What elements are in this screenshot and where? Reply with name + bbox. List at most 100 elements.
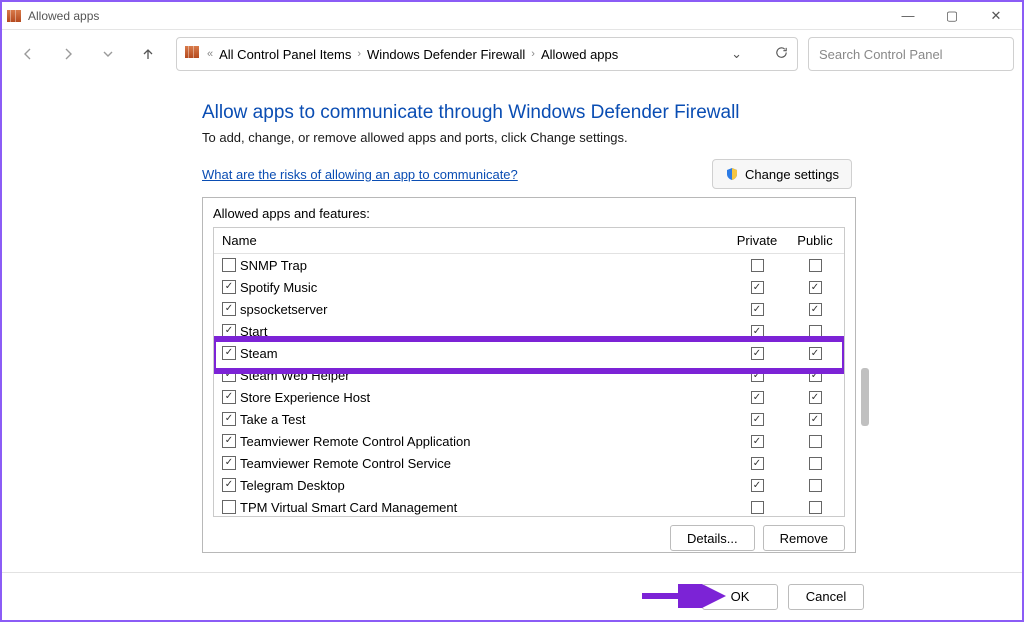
recent-dropdown[interactable] <box>90 36 126 72</box>
private-checkbox[interactable] <box>751 479 764 492</box>
public-checkbox[interactable] <box>809 259 822 272</box>
app-name: Teamviewer Remote Control Application <box>240 434 728 449</box>
row-checkbox[interactable] <box>222 346 236 360</box>
row-checkbox[interactable] <box>222 368 236 382</box>
private-checkbox[interactable] <box>751 391 764 404</box>
app-name: spsocketserver <box>240 302 728 317</box>
public-checkbox[interactable] <box>809 435 822 448</box>
remove-label: Remove <box>780 531 828 546</box>
breadcrumb-item[interactable]: Windows Defender Firewall <box>367 47 525 62</box>
row-checkbox[interactable] <box>222 280 236 294</box>
table-row[interactable]: Steam <box>214 342 844 364</box>
shield-icon <box>725 167 739 181</box>
chevron-down-icon[interactable]: ⌄ <box>731 46 742 62</box>
private-checkbox[interactable] <box>751 501 764 514</box>
app-name: Spotify Music <box>240 280 728 295</box>
private-checkbox[interactable] <box>751 259 764 272</box>
apps-list[interactable]: Name Private Public SNMP Trap Spotify Mus… <box>213 227 845 517</box>
public-checkbox[interactable] <box>809 347 822 360</box>
app-name: Take a Test <box>240 412 728 427</box>
app-name: Steam <box>240 346 728 361</box>
back-button[interactable] <box>10 36 46 72</box>
titlebar: Allowed apps — ▢ ✕ <box>2 2 1022 30</box>
col-public[interactable]: Public <box>786 233 844 248</box>
row-checkbox[interactable] <box>222 324 236 338</box>
chevron-right-icon: › <box>357 48 361 60</box>
change-settings-label: Change settings <box>745 167 839 182</box>
public-checkbox[interactable] <box>809 413 822 426</box>
table-row[interactable]: Steam Web Helper <box>214 364 844 386</box>
table-row[interactable]: Take a Test <box>214 408 844 430</box>
public-checkbox[interactable] <box>809 391 822 404</box>
window-title: Allowed apps <box>28 9 99 23</box>
allowed-apps-group: Allowed apps and features: Name Private … <box>202 197 856 553</box>
refresh-icon[interactable] <box>774 45 789 63</box>
details-button[interactable]: Details... <box>670 525 755 551</box>
list-header: Name Private Public <box>214 228 844 254</box>
change-settings-button[interactable]: Change settings <box>712 159 852 189</box>
row-checkbox[interactable] <box>222 434 236 448</box>
search-placeholder: Search Control Panel <box>819 47 943 62</box>
col-name[interactable]: Name <box>214 233 728 248</box>
firewall-icon <box>6 8 22 24</box>
breadcrumb-item[interactable]: All Control Panel Items <box>219 47 351 62</box>
ok-button[interactable]: OK <box>702 584 778 610</box>
table-row[interactable]: spsocketserver <box>214 298 844 320</box>
breadcrumb[interactable]: « All Control Panel Items › Windows Defe… <box>176 37 798 71</box>
private-checkbox[interactable] <box>751 303 764 316</box>
table-row[interactable]: TPM Virtual Smart Card Management <box>214 496 844 517</box>
ok-label: OK <box>731 589 750 604</box>
list-label: Allowed apps and features: <box>213 206 845 221</box>
private-checkbox[interactable] <box>751 435 764 448</box>
private-checkbox[interactable] <box>751 369 764 382</box>
public-checkbox[interactable] <box>809 281 822 294</box>
row-checkbox[interactable] <box>222 478 236 492</box>
table-row[interactable]: Spotify Music <box>214 276 844 298</box>
maximize-button[interactable]: ▢ <box>930 3 974 29</box>
chevron-left-icon: « <box>207 48 213 60</box>
table-row[interactable]: Teamviewer Remote Control Service <box>214 452 844 474</box>
row-checkbox[interactable] <box>222 500 236 514</box>
app-name: Store Experience Host <box>240 390 728 405</box>
row-checkbox[interactable] <box>222 302 236 316</box>
table-row[interactable]: Start <box>214 320 844 342</box>
public-checkbox[interactable] <box>809 303 822 316</box>
scrollbar-thumb[interactable] <box>861 368 869 426</box>
app-name: Start <box>240 324 728 339</box>
row-checkbox[interactable] <box>222 258 236 272</box>
private-checkbox[interactable] <box>751 457 764 470</box>
private-checkbox[interactable] <box>751 413 764 426</box>
search-input[interactable]: Search Control Panel <box>808 37 1014 71</box>
public-checkbox[interactable] <box>809 325 822 338</box>
up-button[interactable] <box>130 36 166 72</box>
table-row[interactable]: Teamviewer Remote Control Application <box>214 430 844 452</box>
private-checkbox[interactable] <box>751 281 764 294</box>
public-checkbox[interactable] <box>809 369 822 382</box>
firewall-icon <box>185 46 201 62</box>
details-label: Details... <box>687 531 738 546</box>
public-checkbox[interactable] <box>809 501 822 514</box>
close-button[interactable]: ✕ <box>974 3 1018 29</box>
app-name: Telegram Desktop <box>240 478 728 493</box>
row-checkbox[interactable] <box>222 412 236 426</box>
table-row[interactable]: SNMP Trap <box>214 254 844 276</box>
chevron-right-icon: › <box>531 48 535 60</box>
app-name: Steam Web Helper <box>240 368 728 383</box>
row-checkbox[interactable] <box>222 390 236 404</box>
public-checkbox[interactable] <box>809 457 822 470</box>
table-row[interactable]: Store Experience Host <box>214 386 844 408</box>
row-checkbox[interactable] <box>222 456 236 470</box>
breadcrumb-item[interactable]: Allowed apps <box>541 47 618 62</box>
forward-button[interactable] <box>50 36 86 72</box>
table-row[interactable]: Telegram Desktop <box>214 474 844 496</box>
private-checkbox[interactable] <box>751 325 764 338</box>
nav-toolbar: « All Control Panel Items › Windows Defe… <box>2 30 1022 78</box>
public-checkbox[interactable] <box>809 479 822 492</box>
risk-link[interactable]: What are the risks of allowing an app to… <box>202 167 518 182</box>
col-private[interactable]: Private <box>728 233 786 248</box>
remove-button[interactable]: Remove <box>763 525 845 551</box>
minimize-button[interactable]: — <box>886 3 930 29</box>
private-checkbox[interactable] <box>751 347 764 360</box>
cancel-button[interactable]: Cancel <box>788 584 864 610</box>
cancel-label: Cancel <box>806 589 846 604</box>
